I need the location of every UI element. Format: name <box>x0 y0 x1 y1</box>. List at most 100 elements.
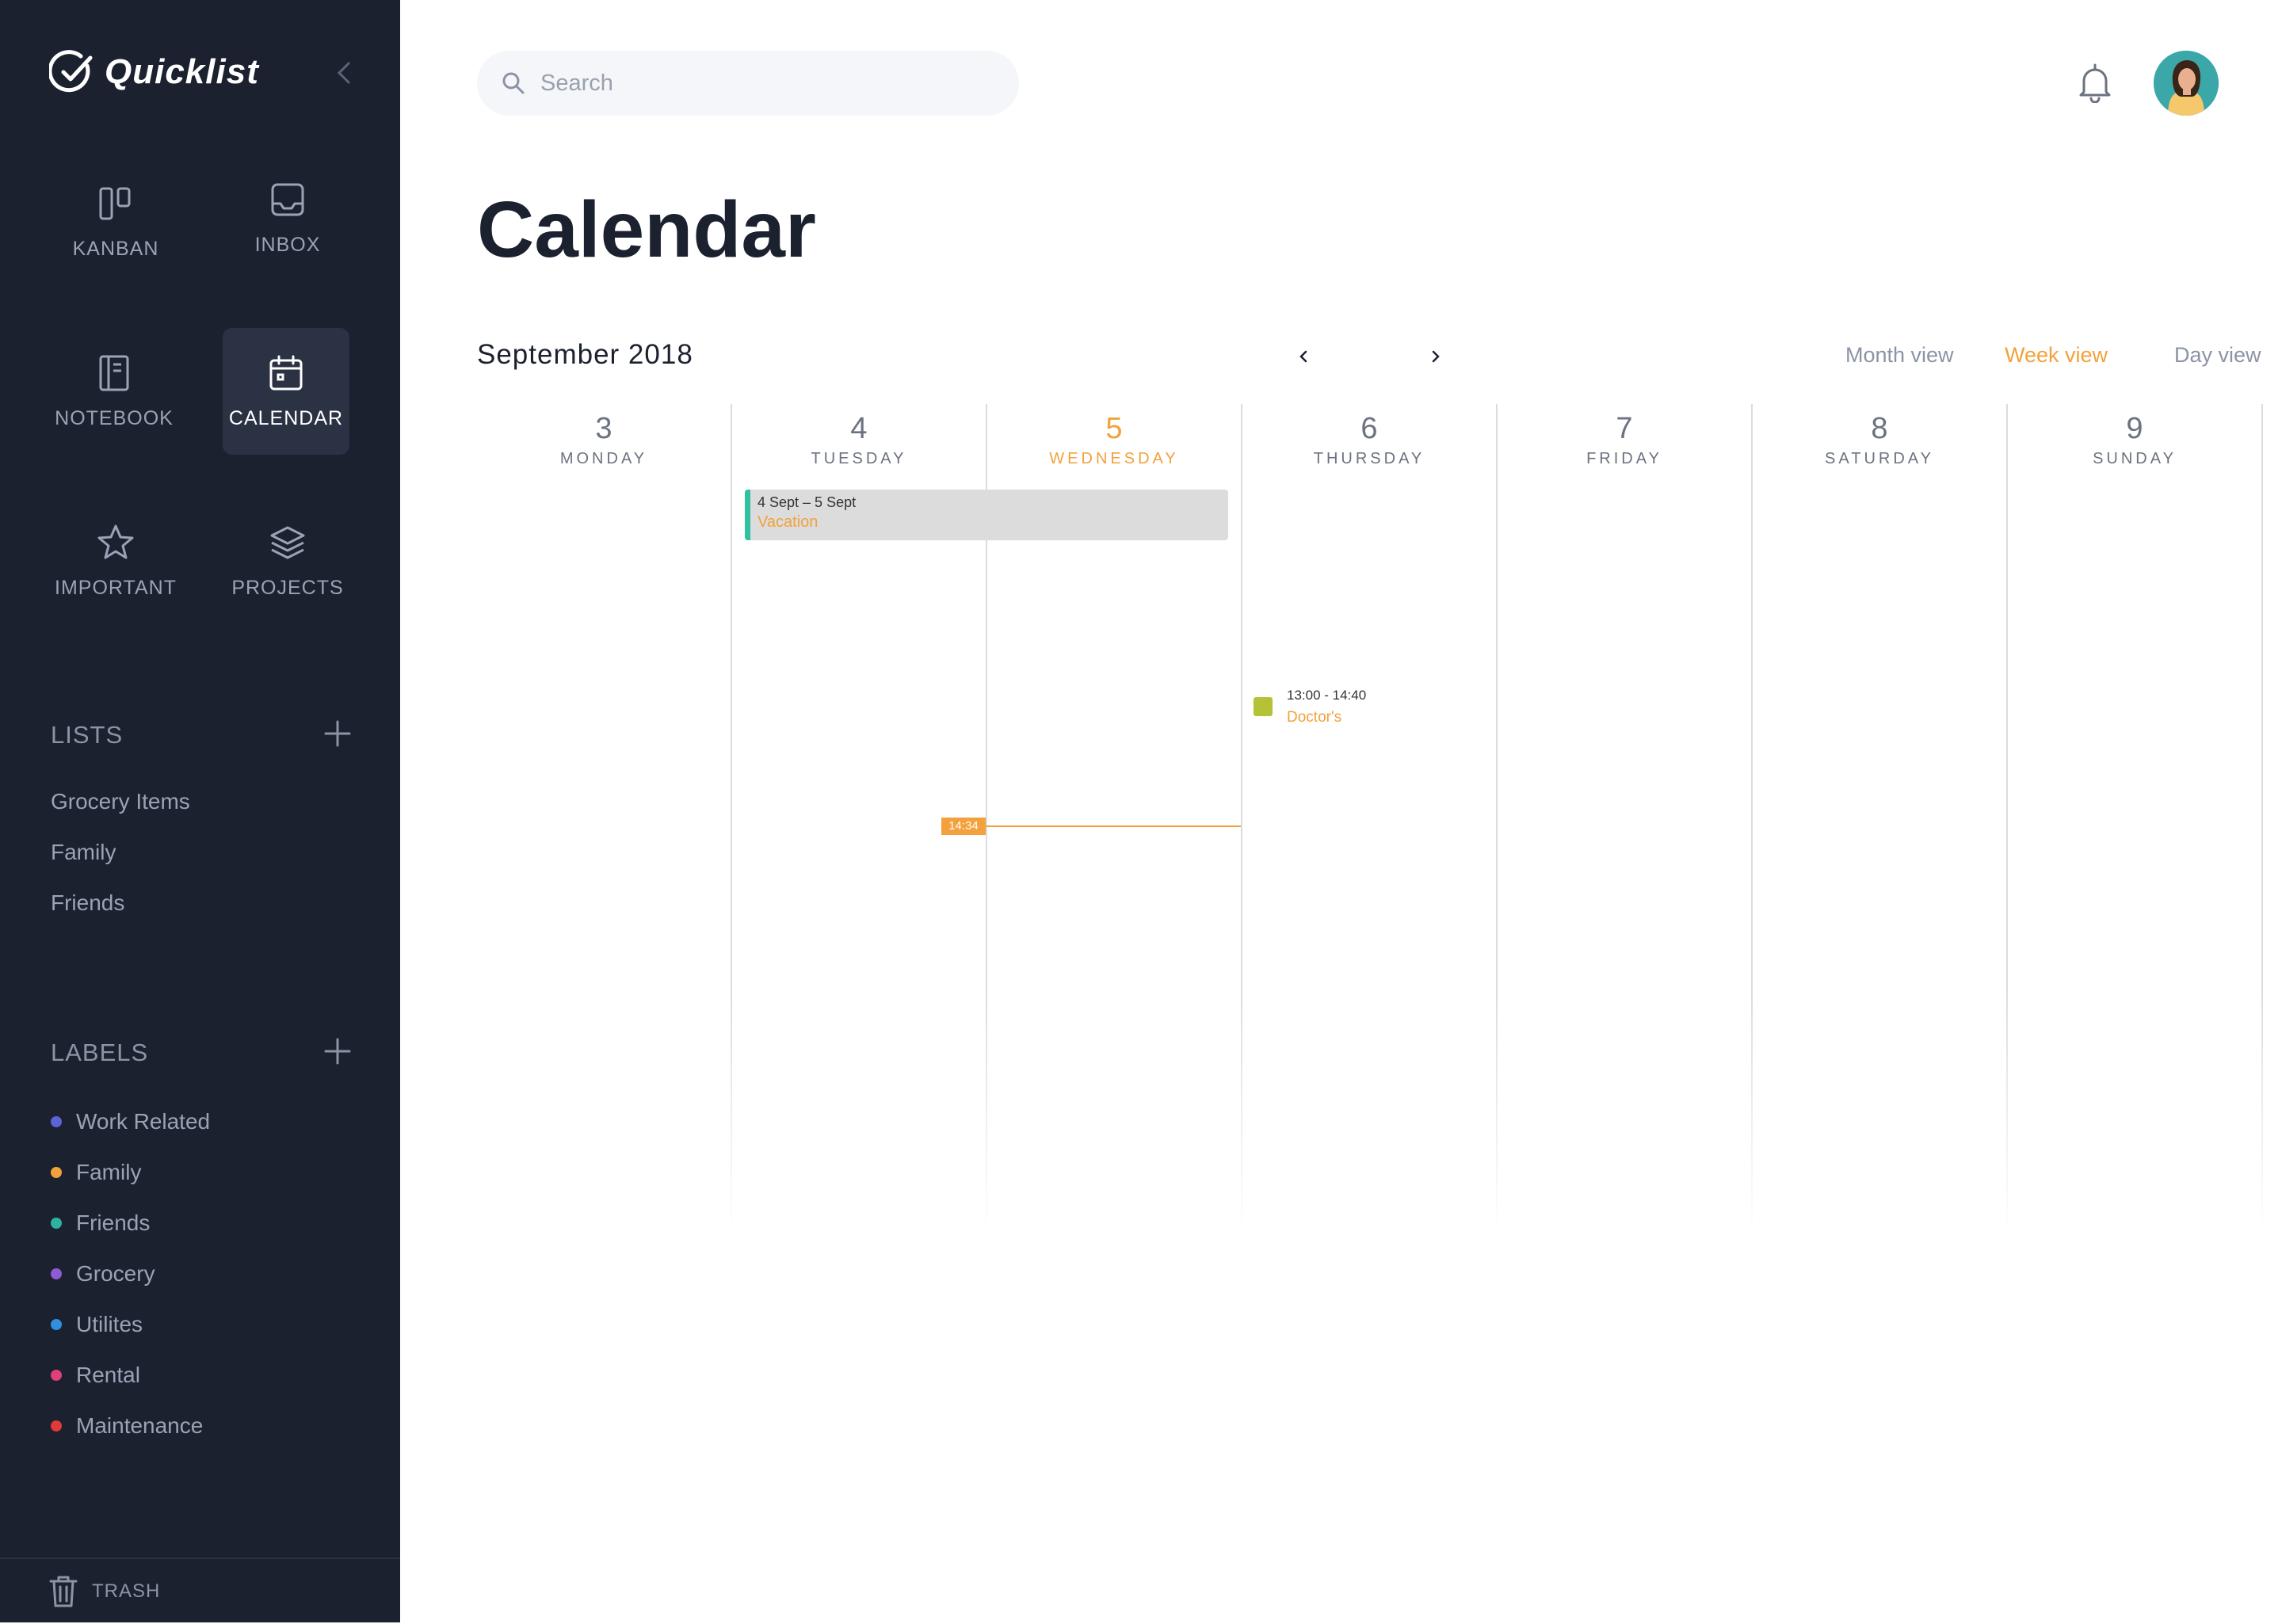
sidebar: Quicklist KANBAN INBOX NOTEBOOK CALENDAR… <box>0 0 400 1622</box>
label-item[interactable]: Grocery <box>51 1258 155 1290</box>
day-column-sunday[interactable]: 9 SUNDAY <box>2008 404 2261 1236</box>
labels-header: LABELS <box>51 1033 352 1073</box>
nav-important[interactable]: IMPORTANT <box>52 497 179 624</box>
nav-calendar-label: CALENDAR <box>228 406 344 429</box>
search-icon <box>502 72 525 94</box>
month-label: September 2018 <box>477 339 693 370</box>
event-color-square <box>1254 697 1273 716</box>
current-time-badge: 14:34 <box>941 818 986 835</box>
user-avatar-image <box>2154 51 2219 116</box>
day-number: 5 <box>1105 412 1123 445</box>
trash-button[interactable]: TRASH <box>0 1557 400 1624</box>
notifications-button[interactable] <box>2076 62 2114 104</box>
label-item[interactable]: Friends <box>51 1207 150 1239</box>
day-name: SUNDAY <box>2093 450 2177 467</box>
nav-important-label: IMPORTANT <box>55 576 177 599</box>
lists-header: LISTS <box>51 715 352 755</box>
label-item[interactable]: Maintenance <box>51 1410 203 1442</box>
next-week-button[interactable] <box>1426 347 1445 366</box>
check-circle-icon <box>49 50 93 93</box>
nav-kanban-label: KANBAN <box>72 237 159 260</box>
day-number: 4 <box>850 412 868 445</box>
nav-notebook-label: NOTEBOOK <box>55 406 174 429</box>
day-number: 7 <box>1616 412 1633 445</box>
event-time: 13:00 - 14:40 <box>1287 688 1367 703</box>
day-number: 6 <box>1360 412 1378 445</box>
search-input[interactable] <box>539 69 986 97</box>
week-view-button[interactable]: Week view <box>2005 343 2108 368</box>
list-item[interactable]: Family <box>51 840 116 865</box>
collapse-sidebar-button[interactable] <box>333 59 357 87</box>
chevron-left-icon <box>1299 350 1307 363</box>
add-label-button[interactable] <box>323 1037 352 1069</box>
label-item[interactable]: Utilites <box>51 1309 143 1340</box>
nav-kanban[interactable]: KANBAN <box>52 158 179 285</box>
nav-projects-label: PROJECTS <box>231 576 344 599</box>
nav-projects[interactable]: PROJECTS <box>224 497 351 624</box>
day-number: 3 <box>595 412 612 445</box>
label-dot <box>51 1116 62 1127</box>
label-name: Friends <box>76 1210 151 1235</box>
month-view-button[interactable]: Month view <box>1845 343 1954 368</box>
event-vacation[interactable]: 4 Sept – 5 Sept Vacation <box>745 490 1228 540</box>
app-logo[interactable]: Quicklist <box>49 46 259 98</box>
day-name: TUESDAY <box>811 450 907 467</box>
day-view-button[interactable]: Day view <box>2174 343 2261 368</box>
event-title: Vacation <box>757 513 819 531</box>
day-name: SATURDAY <box>1825 450 1934 467</box>
calendar-icon <box>269 355 303 390</box>
nav-inbox-label: INBOX <box>254 233 321 256</box>
nav-calendar[interactable]: CALENDAR <box>223 328 349 455</box>
event-title: Doctor's <box>1287 709 1342 726</box>
label-dot <box>51 1167 62 1178</box>
prev-week-button[interactable] <box>1294 347 1313 366</box>
day-name: WEDNESDAY <box>1049 450 1179 467</box>
search-bar[interactable] <box>477 51 1019 116</box>
trash-label: TRASH <box>92 1580 161 1602</box>
label-name: Maintenance <box>76 1413 204 1438</box>
current-time-line <box>986 825 1241 827</box>
column-divider <box>2261 404 2263 1236</box>
label-name: Family <box>76 1160 142 1184</box>
day-column-monday[interactable]: 3 MONDAY <box>477 404 731 1236</box>
label-name: Rental <box>76 1363 140 1387</box>
day-column-thursday[interactable]: 6 THURSDAY <box>1242 404 1496 1236</box>
plus-icon <box>324 1038 351 1064</box>
label-dot <box>51 1218 62 1229</box>
avatar[interactable] <box>2154 51 2219 116</box>
event-date-range: 4 Sept – 5 Sept <box>757 494 857 510</box>
nav-inbox[interactable]: INBOX <box>224 154 351 281</box>
kanban-icon <box>99 187 131 219</box>
day-number: 9 <box>2126 412 2143 445</box>
app-name: Quicklist <box>105 52 259 91</box>
label-name: Grocery <box>76 1261 155 1286</box>
day-column-friday[interactable]: 7 FRIDAY <box>1498 404 1751 1236</box>
event-color-bar <box>745 490 750 540</box>
label-dot <box>51 1420 62 1431</box>
bell-icon <box>2079 63 2111 104</box>
list-item[interactable]: Friends <box>51 890 124 916</box>
chevron-right-icon <box>1432 350 1440 363</box>
label-item[interactable]: Rental <box>51 1359 140 1391</box>
label-dot <box>51 1268 62 1279</box>
add-list-button[interactable] <box>323 719 352 752</box>
day-name: MONDAY <box>559 450 648 467</box>
trash-icon <box>49 1576 78 1607</box>
label-dot <box>51 1370 62 1381</box>
day-number: 8 <box>1871 412 1888 445</box>
day-name: FRIDAY <box>1586 450 1662 467</box>
label-name: Utilites <box>76 1312 143 1336</box>
labels-title: LABELS <box>51 1039 149 1066</box>
layers-icon <box>270 526 305 558</box>
nav-notebook[interactable]: NOTEBOOK <box>51 328 177 455</box>
label-item[interactable]: Family <box>51 1157 141 1188</box>
list-item[interactable]: Grocery Items <box>51 789 190 814</box>
day-name: THURSDAY <box>1313 450 1425 467</box>
lists-title: LISTS <box>51 721 124 749</box>
inbox-icon <box>271 183 304 215</box>
page-title: Calendar <box>477 185 816 274</box>
label-item[interactable]: Work Related <box>51 1106 210 1138</box>
day-column-saturday[interactable]: 8 SATURDAY <box>1753 404 2006 1236</box>
notebook-icon <box>99 355 129 391</box>
star-icon <box>97 524 134 558</box>
